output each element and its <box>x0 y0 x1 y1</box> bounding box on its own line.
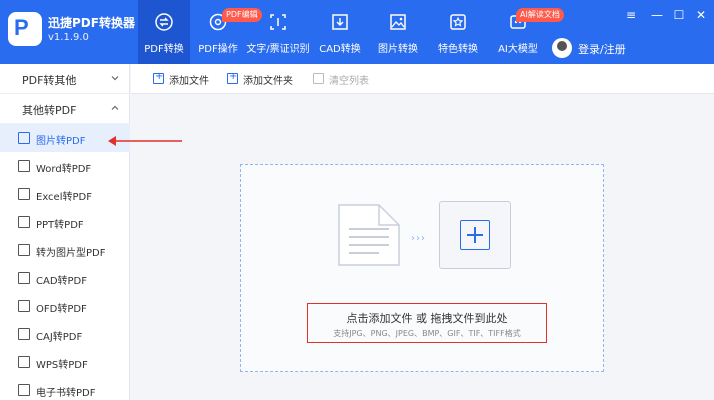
app-name: 迅捷PDF转换器 <box>48 16 135 30</box>
annotation-arrow-icon <box>108 136 182 146</box>
excel-file-icon <box>18 188 30 200</box>
chevron-down-icon <box>111 76 119 81</box>
sidebar-item-ebook-to-pdf[interactable]: 电子书转PDF <box>0 376 130 400</box>
arrows-icon: ››› <box>411 233 426 244</box>
section-other-to-pdf[interactable]: 其他转PDF <box>0 94 130 124</box>
clear-list-button[interactable]: 清空列表 <box>313 72 383 87</box>
cad-file-icon <box>18 272 30 284</box>
top-bar: P 迅捷PDF转换器 v1.1.9.0 PDF转换 PDF操作 PDF编辑 文字… <box>0 0 714 64</box>
image-icon <box>390 14 406 30</box>
avatar <box>552 38 572 58</box>
plus-icon <box>460 220 490 250</box>
nav-image[interactable]: 图片转换 <box>372 0 424 64</box>
wps-file-icon <box>18 356 30 368</box>
document-icon <box>338 204 400 266</box>
sidebar-item-excel-to-pdf[interactable]: Excel转PDF <box>0 180 130 208</box>
nav-pdf-convert[interactable]: PDF转换 <box>138 0 190 64</box>
app-logo-icon: P <box>8 12 42 46</box>
nav-special[interactable]: 特色转换 <box>432 0 484 64</box>
ai-doc-tag: AI解读文档 <box>516 8 564 22</box>
convert-icon <box>155 13 173 31</box>
sidebar-item-wps-to-pdf[interactable]: WPS转PDF <box>0 348 130 376</box>
nav-ocr[interactable]: 文字/票证识别 <box>246 0 310 64</box>
star-icon <box>450 14 466 30</box>
chevron-up-icon <box>111 105 119 110</box>
sidebar-item-word-to-pdf[interactable]: Word转PDF <box>0 152 130 180</box>
sidebar-item-caj-to-pdf[interactable]: CAJ转PDF <box>0 320 130 348</box>
trash-icon <box>313 73 324 84</box>
add-box[interactable] <box>439 201 511 269</box>
word-file-icon <box>18 160 30 172</box>
drop-hint-text: 点击添加文件 或 拖拽文件到此处 <box>346 312 508 325</box>
ebook-file-icon <box>18 384 30 396</box>
maximize-icon[interactable]: ☐ <box>672 8 686 22</box>
sidebar-item-cad-to-pdf[interactable]: CAD转PDF <box>0 264 130 292</box>
add-folder-icon <box>227 71 238 84</box>
app-brand: P 迅捷PDF转换器 v1.1.9.0 <box>6 10 135 54</box>
ocr-icon <box>270 14 286 30</box>
sidebar-item-ppt-to-pdf[interactable]: PPT转PDF <box>0 208 130 236</box>
menu-icon[interactable]: ≡ <box>624 8 638 22</box>
minimize-icon[interactable]: — <box>650 8 664 22</box>
caj-file-icon <box>18 328 30 340</box>
ppt-file-icon <box>18 216 30 228</box>
supported-formats-text: 支持JPG、PNG、JPEG、BMP、GIF、TIF、TIFF格式 <box>333 329 521 338</box>
ofd-file-icon <box>18 300 30 312</box>
image-pdf-icon <box>18 244 30 256</box>
add-folder-button[interactable]: 添加文件夹 <box>227 71 307 87</box>
cad-icon <box>332 14 348 30</box>
section-pdf-to-other[interactable]: PDF转其他 <box>0 64 130 94</box>
app-version: v1.1.9.0 <box>48 32 89 43</box>
sidebar-item-ofd-to-pdf[interactable]: OFD转PDF <box>0 292 130 320</box>
add-file-icon <box>153 71 164 84</box>
image-file-icon <box>18 132 30 144</box>
nav-cad[interactable]: CAD转换 <box>314 0 366 64</box>
close-icon[interactable]: ✕ <box>694 8 708 22</box>
sidebar-item-image-pdf[interactable]: 转为图片型PDF <box>0 236 130 264</box>
drop-hint-highlight: 点击添加文件 或 拖拽文件到此处 支持JPG、PNG、JPEG、BMP、GIF、… <box>307 303 547 343</box>
file-drop-zone[interactable]: ››› 点击添加文件 或 拖拽文件到此处 支持JPG、PNG、JPEG、BMP、… <box>240 164 604 372</box>
toolbar: 添加文件 添加文件夹 清空列表 <box>131 64 714 94</box>
sidebar: PDF转其他 其他转PDF 图片转PDF Word转PDF Excel转PDF … <box>0 64 130 400</box>
add-file-button[interactable]: 添加文件 <box>153 71 223 87</box>
